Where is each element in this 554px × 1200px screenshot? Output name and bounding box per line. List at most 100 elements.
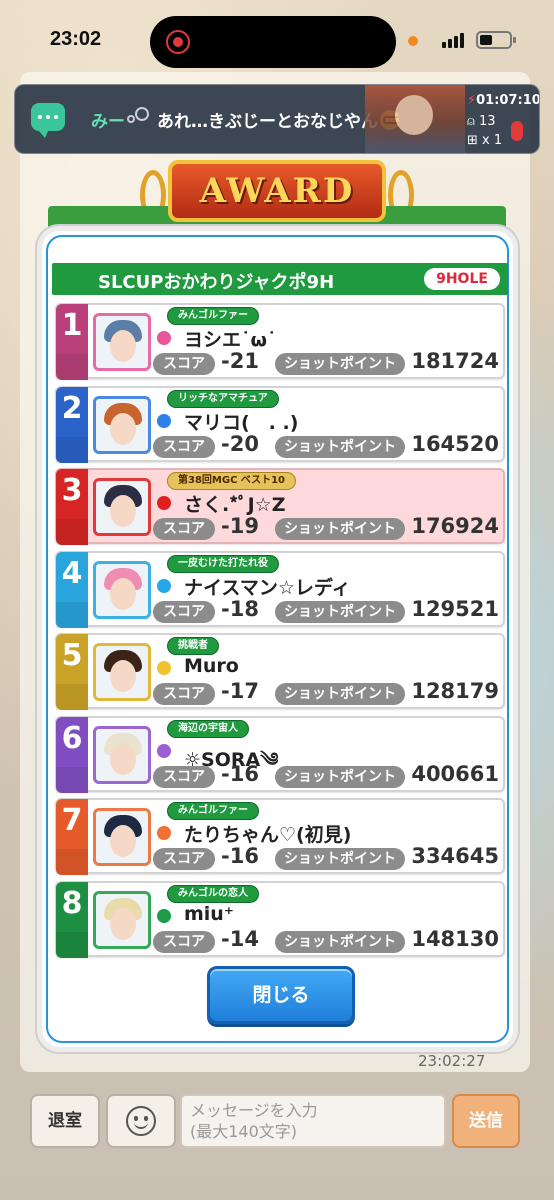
chat-notification-banner[interactable]: みー あれ…きぶじーとおなじやん ⚡01:07:10 ⍝ 13 ⊞ x 1 bbox=[14, 84, 540, 154]
person-icon: ⍝ bbox=[467, 114, 479, 129]
screen-recording-icon bbox=[166, 30, 190, 54]
player-title-badge: みんゴルファー bbox=[167, 307, 259, 325]
tournament-title-bar: SLCUPおかわりジャクポ9H 9HOLE bbox=[52, 263, 508, 295]
smiley-icon bbox=[126, 1106, 156, 1136]
avatar-face bbox=[110, 825, 136, 857]
player-color-dot bbox=[157, 413, 171, 428]
avatar-face bbox=[110, 412, 136, 445]
player-avatar bbox=[93, 395, 151, 454]
emoji-button[interactable] bbox=[106, 1094, 176, 1148]
player-title-badge: 挑戦者 bbox=[167, 637, 219, 655]
player-name: Muro bbox=[184, 655, 239, 677]
shot-points-label: ショットポイント bbox=[275, 353, 405, 375]
score-label: スコア bbox=[153, 353, 215, 375]
exit-room-button[interactable]: 退室 bbox=[30, 1094, 100, 1148]
shot-points-value: 128179 bbox=[411, 679, 499, 703]
avatar-face bbox=[110, 577, 136, 610]
score-value: -16 bbox=[221, 844, 259, 868]
result-row[interactable]: 4 一皮むけた打たれ役 ナイスマン☆レディ スコア -18 ショットポイント 1… bbox=[55, 550, 505, 628]
shot-points-value: 148130 bbox=[411, 926, 499, 951]
score-value: -14 bbox=[221, 926, 259, 951]
player-avatar bbox=[93, 313, 151, 371]
rank-number: 2 bbox=[56, 386, 88, 463]
player-title-badge: みんゴルファー bbox=[167, 802, 259, 820]
dynamic-island bbox=[150, 16, 396, 68]
avatar-face bbox=[110, 330, 136, 362]
player-name: ヨシエ˙ω˙ bbox=[184, 329, 277, 351]
player-color-dot bbox=[157, 331, 171, 345]
player-title-badge: 第38回MGC ベスト10 bbox=[167, 472, 297, 490]
thinking-bubbles-icon bbox=[127, 107, 149, 125]
close-button[interactable]: 閉じる bbox=[207, 966, 355, 1024]
lightning-icon: ⚡ bbox=[467, 93, 477, 108]
player-color-dot bbox=[157, 743, 171, 758]
award-header: AWARD bbox=[168, 160, 386, 222]
player-color-dot bbox=[157, 908, 171, 923]
viewer-count: ⍝ 13 bbox=[467, 114, 496, 129]
stream-timer: ⚡01:07:10 bbox=[467, 93, 540, 108]
player-title-badge: 海辺の宇宙人 bbox=[167, 719, 249, 738]
chat-input-bar: 退室 メッセージを入力 (最大140文字) 送信 bbox=[20, 1088, 530, 1158]
result-row[interactable]: 1 みんゴルファー ヨシエ˙ω˙ スコア -21 ショットポイント 181724 bbox=[55, 303, 505, 380]
status-time: 23:02 bbox=[50, 28, 102, 50]
rank-number: 3 bbox=[56, 469, 88, 545]
score-label: スコア bbox=[153, 518, 215, 540]
player-color-dot bbox=[157, 496, 171, 510]
shot-points-value: 334645 bbox=[411, 844, 499, 868]
avatar-face bbox=[110, 660, 136, 692]
send-button[interactable]: 送信 bbox=[452, 1094, 520, 1148]
rank-number: 6 bbox=[56, 716, 88, 793]
gift-count: ⊞ x 1 bbox=[467, 133, 503, 148]
player-avatar bbox=[93, 808, 151, 866]
result-row[interactable]: 8 みんゴルの恋人 miu⁺ スコア -14 ショットポイント 148130 bbox=[55, 880, 505, 958]
player-avatar bbox=[93, 643, 151, 701]
shot-points-label: ショットポイント bbox=[275, 600, 405, 623]
score-label: スコア bbox=[153, 765, 215, 788]
score-label: スコア bbox=[153, 848, 215, 870]
player-color-dot bbox=[157, 826, 171, 840]
player-name: マリコ( . .) bbox=[184, 411, 299, 434]
player-avatar bbox=[93, 890, 151, 949]
shot-points-label: ショットポイント bbox=[275, 435, 405, 458]
avatar-face bbox=[110, 742, 136, 775]
score-label: スコア bbox=[153, 930, 215, 953]
chat-bubble-icon bbox=[31, 103, 65, 138]
player-title-badge: リッチなアマチュア bbox=[167, 389, 279, 408]
avatar-face bbox=[110, 907, 136, 940]
results-modal: SLCUPおかわりジャクポ9H 9HOLE 1 みんゴルファー ヨシエ˙ω˙ ス… bbox=[37, 226, 518, 1052]
player-name: miu⁺ bbox=[184, 902, 234, 925]
result-row[interactable]: 7 みんゴルファー たりちゃん♡(初見) スコア -16 ショットポイント 33… bbox=[55, 798, 505, 875]
score-label: スコア bbox=[153, 435, 215, 458]
message-input[interactable]: メッセージを入力 (最大140文字) bbox=[180, 1094, 446, 1148]
player-avatar bbox=[93, 725, 151, 784]
microphone-icon[interactable] bbox=[511, 121, 523, 141]
banner-sender: みー bbox=[91, 112, 125, 132]
shot-points-value: 400661 bbox=[411, 761, 499, 786]
player-title-badge: 一皮むけた打たれ役 bbox=[167, 554, 279, 573]
result-row[interactable]: 5 挑戦者 Muro スコア -17 ショットポイント 128179 bbox=[55, 633, 505, 710]
shot-points-value: 176924 bbox=[411, 514, 499, 538]
avatar-face bbox=[110, 495, 136, 527]
battery-icon bbox=[476, 31, 516, 49]
shot-points-label: ショットポイント bbox=[275, 683, 405, 705]
rank-number: 1 bbox=[56, 304, 88, 380]
score-value: -21 bbox=[221, 349, 259, 373]
rank-number: 5 bbox=[56, 634, 88, 710]
shot-points-label: ショットポイント bbox=[275, 518, 405, 540]
result-row[interactable]: 3 第38回MGC ベスト10 さく.*ﾟJ☆Z スコア -19 ショットポイン… bbox=[55, 468, 505, 545]
score-value: -16 bbox=[221, 761, 259, 786]
shot-points-label: ショットポイント bbox=[275, 848, 405, 870]
shot-points-label: ショットポイント bbox=[275, 930, 405, 953]
rank-number: 8 bbox=[56, 881, 88, 958]
player-color-dot bbox=[157, 661, 171, 675]
score-label: スコア bbox=[153, 683, 215, 705]
shot-points-value: 181724 bbox=[411, 349, 499, 373]
result-row[interactable]: 2 リッチなアマチュア マリコ( . .) スコア -20 ショットポイント 1… bbox=[55, 385, 505, 463]
score-label: スコア bbox=[153, 600, 215, 623]
score-value: -18 bbox=[221, 596, 259, 621]
player-avatar bbox=[93, 560, 151, 619]
mic-indicator-icon bbox=[408, 36, 418, 46]
score-value: -20 bbox=[221, 431, 259, 456]
result-row[interactable]: 6 海辺の宇宙人 ☼SORA༄ スコア -16 ショットポイント 400661 bbox=[55, 715, 505, 793]
hole-count-badge: 9HOLE bbox=[424, 268, 500, 290]
